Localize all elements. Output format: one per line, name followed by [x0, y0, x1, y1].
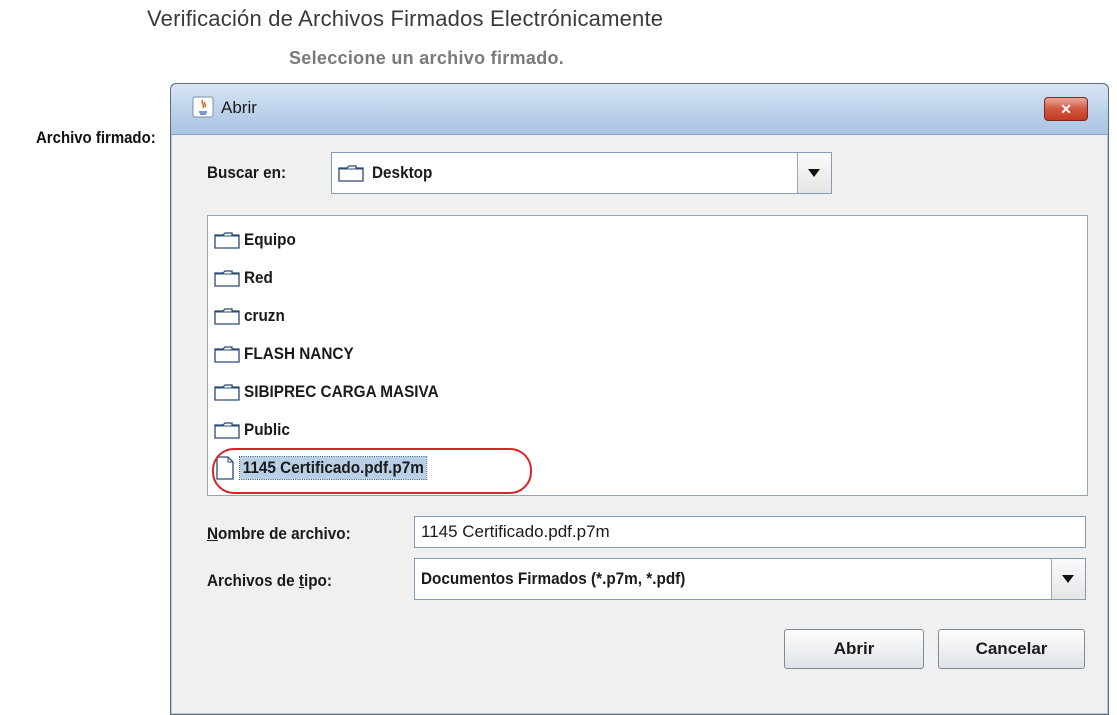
folder-icon	[214, 422, 240, 439]
page-subtitle: Seleccione un archivo firmado.	[289, 48, 565, 68]
chevron-down-icon	[1062, 575, 1074, 583]
open-file-dialog: Abrir ✕ Buscar en: Desktop Equipo Red cr…	[170, 83, 1109, 715]
file-name: Public	[244, 420, 290, 439]
folder-icon	[214, 346, 240, 363]
filetype-select[interactable]: Documentos Firmados (*.p7m, *.pdf)	[414, 558, 1086, 600]
folder-icon	[214, 308, 240, 325]
look-in-value: Desktop	[372, 163, 433, 182]
list-item-selected-file[interactable]: 1145 Certificado.pdf.p7m	[212, 448, 532, 494]
look-in-dropdown-arrow[interactable]	[797, 153, 831, 193]
list-item-equipo[interactable]: Equipo	[214, 226, 302, 254]
list-item-red[interactable]: Red	[214, 264, 276, 292]
file-list[interactable]: Equipo Red cruzn FLASH NANCY SIBIPREC CA…	[207, 215, 1088, 496]
cancel-button[interactable]: Cancelar	[938, 629, 1085, 669]
folder-icon	[214, 232, 240, 249]
dialog-titlebar: Abrir ✕	[171, 84, 1108, 135]
chevron-down-icon	[808, 169, 820, 177]
filetype-dropdown-arrow[interactable]	[1051, 559, 1085, 599]
filename-label: Nombre de archivo:	[207, 524, 351, 543]
filetype-value: Documentos Firmados (*.p7m, *.pdf)	[421, 569, 686, 588]
file-name: SIBIPREC CARGA MASIVA	[244, 382, 439, 401]
look-in-select[interactable]: Desktop	[331, 152, 832, 194]
folder-icon	[338, 165, 364, 182]
file-name: Red	[244, 268, 273, 287]
filename-input[interactable]: 1145 Certificado.pdf.p7m	[414, 516, 1086, 548]
filetype-label: Archivos de tipo:	[207, 571, 332, 590]
folder-icon	[214, 270, 240, 287]
list-item-flash-nancy[interactable]: FLASH NANCY	[214, 340, 366, 368]
highlight-annotation	[212, 448, 532, 494]
open-button[interactable]: Abrir	[784, 629, 924, 669]
list-item-sibiprec-carga-masiva[interactable]: SIBIPREC CARGA MASIVA	[214, 378, 460, 406]
page-title: Verificación de Archivos Firmados Electr…	[147, 6, 664, 31]
list-item-cruzn[interactable]: cruzn	[214, 302, 289, 330]
dialog-title: Abrir	[221, 98, 257, 117]
look-in-label: Buscar en:	[207, 163, 287, 182]
file-name: Equipo	[244, 230, 296, 249]
list-item-public[interactable]: Public	[214, 416, 295, 444]
file-name: cruzn	[244, 306, 285, 325]
java-icon	[192, 96, 214, 118]
close-button[interactable]: ✕	[1044, 97, 1088, 121]
file-name: FLASH NANCY	[244, 344, 354, 363]
folder-icon	[214, 384, 240, 401]
signed-file-label: Archivo firmado:	[36, 128, 156, 147]
